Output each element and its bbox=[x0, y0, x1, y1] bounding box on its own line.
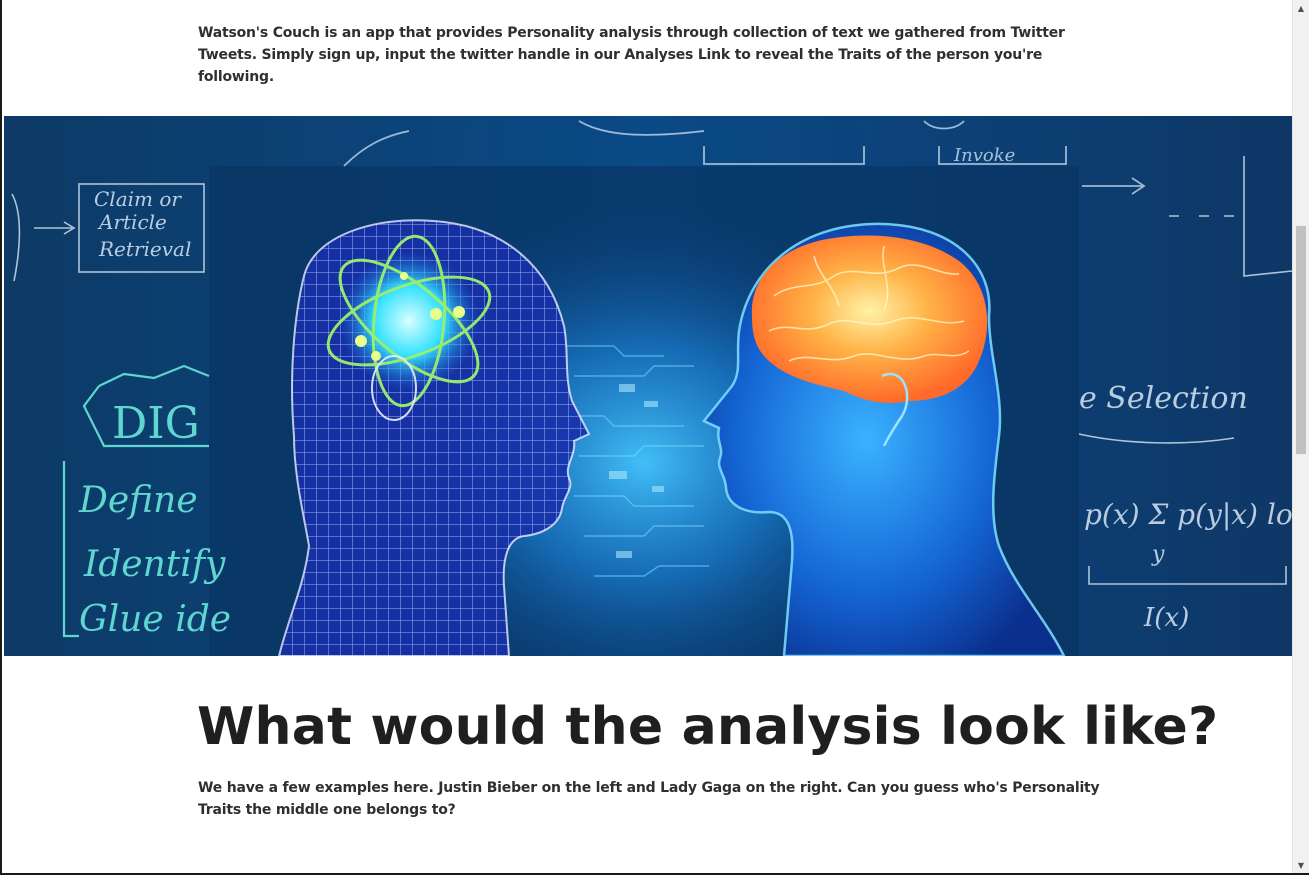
board-text: p(x) Σ p(y|x) log bbox=[1084, 498, 1292, 531]
board-text: DIG bbox=[112, 398, 200, 449]
board-text: e Selection bbox=[1079, 381, 1248, 416]
board-text: I(x) bbox=[1143, 603, 1189, 633]
intro-paragraph: Watson's Couch is an app that provides P… bbox=[198, 25, 1065, 85]
board-text: Define bbox=[78, 480, 198, 521]
section-heading: What would the analysis look like? bbox=[197, 697, 1219, 757]
board-text: Retrieval bbox=[98, 237, 191, 261]
scroll-up-icon[interactable]: ▲ bbox=[1293, 0, 1309, 16]
page: Watson's Couch is an app that provides P… bbox=[0, 0, 1309, 875]
scroll-down-icon[interactable]: ▼ bbox=[1293, 857, 1309, 873]
board-text: Glue ide bbox=[79, 599, 231, 640]
board-text: Invoke bbox=[953, 145, 1015, 166]
board-text: Article bbox=[97, 210, 167, 234]
examples-paragraph: We have a few examples here. Justin Bieb… bbox=[198, 780, 1100, 818]
vertical-scrollbar[interactable]: ▲ ▼ bbox=[1292, 0, 1309, 873]
hero-image: Claim or Article Retrieval DIG Define Id… bbox=[4, 116, 1292, 656]
board-text: Identify bbox=[83, 544, 226, 585]
board-text: Claim or bbox=[94, 187, 182, 211]
board-text: y bbox=[1151, 542, 1165, 567]
scrollbar-thumb[interactable] bbox=[1296, 226, 1306, 454]
